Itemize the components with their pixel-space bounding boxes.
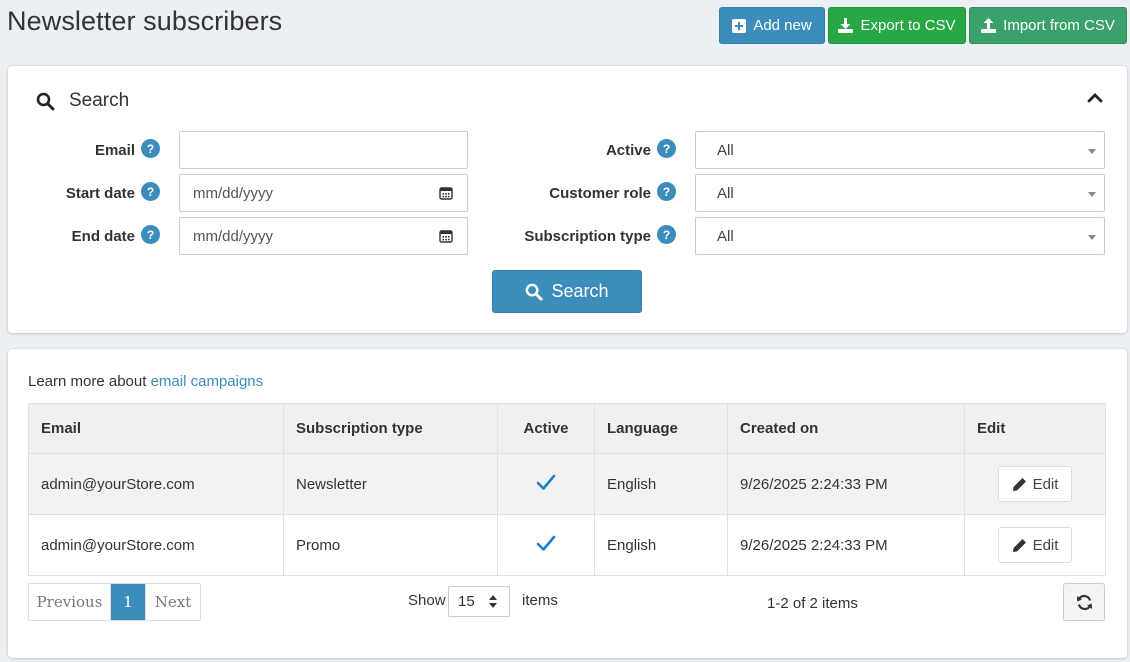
search-panel: Search Email ? Start date ? mm/dd/yyyy E… <box>8 66 1127 333</box>
end-date-input[interactable]: mm/dd/yyyy <box>179 217 468 255</box>
cell-email: admin@yourStore.com <box>28 453 284 515</box>
search-button[interactable]: Search <box>492 270 642 313</box>
column-header-created-on[interactable]: Created on <box>727 403 965 454</box>
cell-edit: Edit <box>964 453 1106 515</box>
column-header-edit: Edit <box>964 403 1106 454</box>
pencil-icon <box>1012 477 1026 491</box>
show-label: Show <box>408 592 446 609</box>
chevron-up-icon[interactable] <box>1087 92 1103 103</box>
subscription-type-select[interactable]: All <box>695 217 1105 255</box>
customer-role-label: Customer role <box>549 185 651 202</box>
plus-square-icon <box>732 18 747 33</box>
help-icon[interactable]: ? <box>141 225 160 244</box>
active-label: Active <box>605 142 651 159</box>
help-icon[interactable]: ? <box>657 182 676 201</box>
calendar-icon[interactable] <box>439 229 453 243</box>
calendar-icon[interactable] <box>439 186 453 200</box>
next-page-button[interactable]: Next <box>145 584 200 620</box>
page-size-value: 15 <box>458 593 475 610</box>
start-date-input[interactable]: mm/dd/yyyy <box>179 174 468 212</box>
learn-more-prefix: Learn more about <box>28 373 147 390</box>
export-csv-label: Export to CSV <box>860 17 956 34</box>
export-csv-button[interactable]: Export to CSV <box>828 7 966 44</box>
table-header-row: Email Subscription type Active Language … <box>28 403 1106 454</box>
import-csv-button[interactable]: Import from CSV <box>969 7 1127 44</box>
page-1-button[interactable]: 1 <box>111 584 145 620</box>
cell-active <box>497 453 595 515</box>
customer-role-select-value: All <box>717 184 734 202</box>
pagination-range: 1-2 of 2 items <box>767 595 858 612</box>
cell-language: English <box>594 514 728 576</box>
table-row: admin@yourStore.com Newsletter English 9… <box>28 453 1106 515</box>
items-label: items <box>522 592 558 609</box>
email-campaigns-link[interactable]: email campaigns <box>151 373 264 390</box>
email-input[interactable] <box>179 131 468 169</box>
subscribers-table: Email Subscription type Active Language … <box>28 403 1106 576</box>
cell-created-on: 9/26/2025 2:24:33 PM <box>727 514 965 576</box>
help-icon[interactable]: ? <box>141 139 160 158</box>
edit-button[interactable]: Edit <box>998 466 1072 502</box>
active-select-value: All <box>717 141 734 159</box>
search-button-label: Search <box>551 281 609 301</box>
subscription-type-select-value: All <box>717 227 734 245</box>
add-new-button[interactable]: Add new <box>719 7 825 44</box>
caret-down-icon <box>1088 149 1096 154</box>
help-icon[interactable]: ? <box>657 139 676 158</box>
check-icon <box>536 474 556 490</box>
cell-email: admin@yourStore.com <box>28 514 284 576</box>
start-date-placeholder: mm/dd/yyyy <box>193 184 274 202</box>
edit-button[interactable]: Edit <box>998 527 1072 563</box>
cell-subscription-type: Promo <box>283 514 498 576</box>
caret-down-icon <box>1088 235 1096 240</box>
cell-subscription-type: Newsletter <box>283 453 498 515</box>
import-csv-label: Import from CSV <box>1003 17 1115 34</box>
caret-down-icon <box>1088 192 1096 197</box>
add-new-label: Add new <box>753 17 812 34</box>
edit-button-label: Edit <box>1032 536 1059 554</box>
help-icon[interactable]: ? <box>657 225 676 244</box>
customer-role-select[interactable]: All <box>695 174 1105 212</box>
table-row: admin@yourStore.com Promo English 9/26/2… <box>28 514 1106 576</box>
search-icon <box>36 92 55 110</box>
subscribers-grid-panel: Learn more about email campaigns Email S… <box>8 349 1127 658</box>
column-header-subscription-type[interactable]: Subscription type <box>283 403 498 454</box>
column-header-language[interactable]: Language <box>594 403 728 454</box>
pagination: Previous 1 Next <box>28 583 201 621</box>
email-label: Email <box>94 142 135 159</box>
cell-active <box>497 514 595 576</box>
start-date-label: Start date <box>65 185 135 202</box>
cell-created-on: 9/26/2025 2:24:33 PM <box>727 453 965 515</box>
pencil-icon <box>1012 538 1026 552</box>
download-icon <box>838 18 854 33</box>
refresh-icon <box>1076 594 1092 610</box>
cell-edit: Edit <box>964 514 1106 576</box>
previous-page-button[interactable]: Previous <box>29 584 111 620</box>
search-panel-header[interactable]: Search <box>36 90 129 112</box>
end-date-placeholder: mm/dd/yyyy <box>193 227 274 245</box>
learn-more-text: Learn more about email campaigns <box>28 373 263 390</box>
cell-language: English <box>594 453 728 515</box>
column-header-email[interactable]: Email <box>28 403 284 454</box>
check-icon <box>536 535 556 551</box>
column-header-active[interactable]: Active <box>497 403 595 454</box>
page-title: Newsletter subscribers <box>7 6 283 36</box>
page-size-select[interactable]: 15 <box>448 586 510 617</box>
upload-icon <box>981 18 997 33</box>
active-select[interactable]: All <box>695 131 1105 169</box>
edit-button-label: Edit <box>1032 475 1059 493</box>
search-panel-title: Search <box>69 90 130 111</box>
subscription-type-label: Subscription type <box>524 228 651 245</box>
sort-arrows-icon <box>489 595 497 608</box>
help-icon[interactable]: ? <box>141 182 160 201</box>
end-date-label: End date <box>71 228 135 245</box>
refresh-button[interactable] <box>1063 583 1105 621</box>
search-icon <box>526 283 543 301</box>
